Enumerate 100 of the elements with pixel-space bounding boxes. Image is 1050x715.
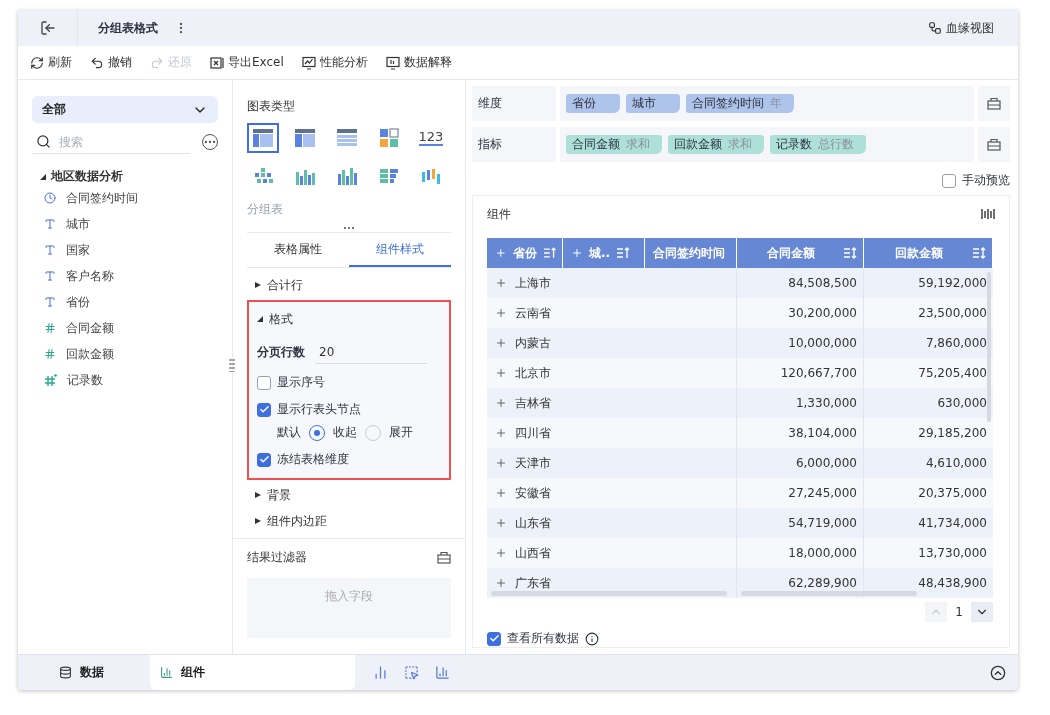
scope-dropdown[interactable]: 全部 xyxy=(32,96,218,123)
table-cell: 30,200,000 xyxy=(788,306,857,320)
field-item[interactable]: 合同签约时间 xyxy=(66,189,138,207)
text-type-icon xyxy=(44,218,56,230)
column-header[interactable]: 回款金额 xyxy=(864,238,993,268)
table-cell: 54,719,000 xyxy=(788,516,857,530)
expand-button[interactable] xyxy=(495,427,507,439)
tab[interactable]: 表格属性 xyxy=(247,233,349,267)
field-item[interactable]: 记录数 xyxy=(67,371,103,389)
table-icon xyxy=(294,128,316,148)
field-pill[interactable]: 省份 xyxy=(566,94,620,113)
section-header[interactable]: 组件内边距 xyxy=(255,510,327,532)
expand-button[interactable] xyxy=(495,397,507,409)
plus-icon xyxy=(495,337,507,349)
bottom-tab[interactable]: 数据 xyxy=(18,655,150,690)
bottom-tab[interactable]: 组件 xyxy=(150,655,355,690)
shelf-settings-button[interactable] xyxy=(978,86,1010,121)
scrollbar[interactable] xyxy=(987,272,991,422)
bar-chart-icon xyxy=(336,166,358,186)
shelf-drop-area[interactable]: 省份 城市 合同签约时间 年 xyxy=(560,86,974,121)
chart-line-icon xyxy=(301,55,316,70)
toolbar-button[interactable]: 数据解释 xyxy=(385,54,452,71)
checkbox[interactable] xyxy=(942,173,956,188)
drag-handle[interactable] xyxy=(343,226,355,230)
tab[interactable]: 组件样式 xyxy=(349,233,451,267)
sort-icon[interactable] xyxy=(972,247,986,259)
table-cell: 4,610,000 xyxy=(925,456,987,470)
caret-icon xyxy=(255,492,261,498)
expand-button[interactable] xyxy=(495,337,507,349)
sort-icon[interactable] xyxy=(616,247,631,259)
field-pill[interactable]: 合同签约时间 年 xyxy=(686,94,794,113)
shelf-drop-area[interactable]: 合同金额 求和 回款金额 求和 记录数 总行数 xyxy=(560,127,974,162)
search-input[interactable]: 搜索 xyxy=(57,133,157,150)
toolbar-button[interactable]: 导出Excel xyxy=(210,54,284,71)
field-pill[interactable]: 回款金额 求和 xyxy=(668,135,764,154)
caret-icon xyxy=(40,173,46,180)
scatter-icon xyxy=(252,166,274,186)
expand-button[interactable] xyxy=(495,487,507,499)
toolbar-button[interactable]: 性能分析 xyxy=(301,54,368,71)
sort-icon[interactable] xyxy=(542,247,556,259)
column-header[interactable]: 合同金额 xyxy=(737,238,864,268)
expand-button[interactable] xyxy=(495,547,507,559)
horizontal-bar-icon xyxy=(378,166,400,186)
tree-folder[interactable]: 地区数据分析 xyxy=(32,168,218,185)
section-header[interactable]: 格式 xyxy=(257,308,293,330)
text-type-icon xyxy=(44,244,56,256)
radio-label: 展开 xyxy=(389,424,413,441)
checkbox[interactable] xyxy=(257,402,271,417)
checkbox[interactable] xyxy=(257,375,271,390)
checkbox[interactable] xyxy=(257,452,271,467)
field-item[interactable]: 回款金额 xyxy=(66,345,114,363)
clock-icon xyxy=(44,192,56,204)
info-icon[interactable] xyxy=(585,631,599,646)
columns-icon[interactable] xyxy=(981,208,995,220)
field-pill[interactable]: 合同金额 求和 xyxy=(566,135,662,154)
field-item[interactable]: 国家 xyxy=(66,241,90,259)
toolbar-button[interactable]: 撤销 xyxy=(90,54,132,71)
expand-button[interactable] xyxy=(495,277,507,289)
sort-icon[interactable] xyxy=(843,247,857,259)
column-header[interactable]: 省份 xyxy=(487,238,563,268)
resize-handle[interactable] xyxy=(229,358,235,372)
toolbar-button[interactable]: 刷新 xyxy=(30,54,72,71)
expand-button[interactable] xyxy=(495,577,507,589)
plus-icon[interactable] xyxy=(571,247,583,259)
field-item[interactable]: 合同金额 xyxy=(66,319,114,337)
column-header[interactable]: 合同签约时间 xyxy=(645,238,737,268)
chart-type-button[interactable] xyxy=(247,123,279,153)
table-cell: 山东省 xyxy=(515,514,551,532)
column-header[interactable]: 城.. xyxy=(563,238,645,268)
plus-icon[interactable] xyxy=(495,247,507,259)
shelf-settings-button[interactable] xyxy=(978,127,1010,162)
radio-group-label: 默认 xyxy=(277,424,301,441)
caret-icon xyxy=(255,282,261,288)
expand-button[interactable] xyxy=(495,517,507,529)
field-item[interactable]: 城市 xyxy=(66,215,90,233)
table-cell: 7,860,000 xyxy=(925,336,987,350)
expand-button[interactable] xyxy=(495,457,507,469)
refresh-icon xyxy=(30,55,44,70)
expand-button[interactable] xyxy=(495,307,507,319)
briefcase-icon xyxy=(987,97,1001,110)
checkbox-label: 显示序号 xyxy=(277,374,325,391)
table-cell: 27,245,000 xyxy=(788,486,857,500)
field-item[interactable]: 客户名称 xyxy=(66,267,114,285)
table-icon xyxy=(336,128,358,148)
checkbox[interactable] xyxy=(487,631,501,646)
input-field[interactable]: 20 xyxy=(315,340,427,364)
section-header[interactable]: 背景 xyxy=(255,484,291,506)
section-header[interactable]: 合计行 xyxy=(255,274,303,296)
caret-icon xyxy=(257,316,263,322)
field-pill[interactable]: 记录数 总行数 xyxy=(770,135,866,154)
plus-icon xyxy=(495,307,507,319)
exit-icon xyxy=(39,20,56,36)
scrollbar[interactable] xyxy=(491,591,727,596)
field-pill[interactable]: 城市 xyxy=(626,94,680,113)
lineage-view-button[interactable]: 血缘视图 xyxy=(922,18,1000,38)
field-item[interactable]: 省份 xyxy=(66,293,90,311)
expand-button[interactable] xyxy=(495,367,507,379)
next-page-button[interactable] xyxy=(971,602,993,622)
scrollbar[interactable] xyxy=(741,591,917,596)
section-title: 图表类型 xyxy=(247,98,296,115)
